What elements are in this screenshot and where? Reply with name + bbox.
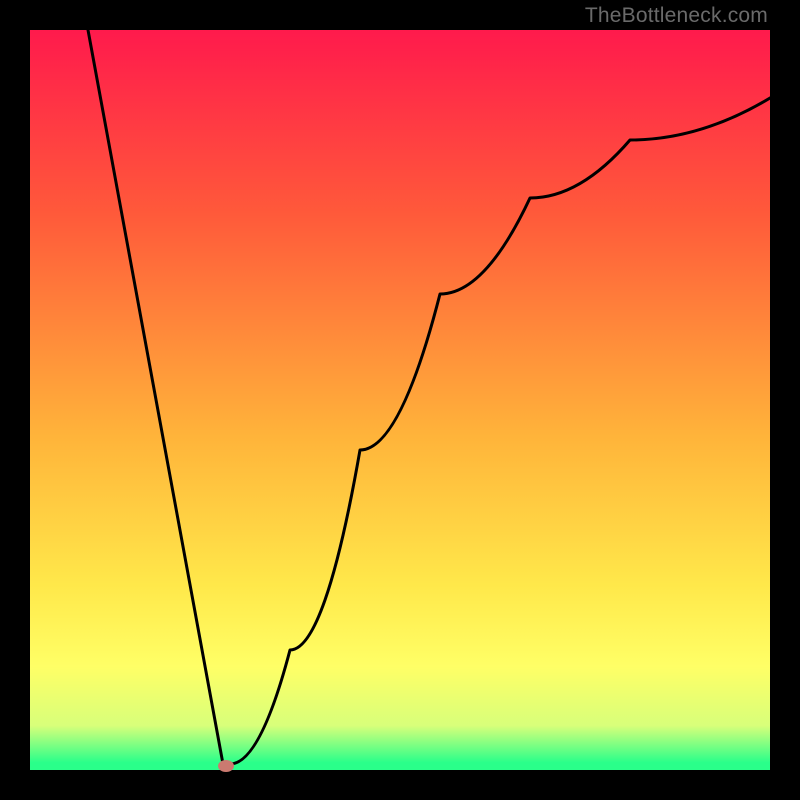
watermark-text: TheBottleneck.com — [585, 4, 768, 28]
chart-minimum-marker — [218, 760, 234, 772]
chart-gradient-bg — [30, 30, 770, 770]
chart-plot-area — [30, 30, 770, 770]
